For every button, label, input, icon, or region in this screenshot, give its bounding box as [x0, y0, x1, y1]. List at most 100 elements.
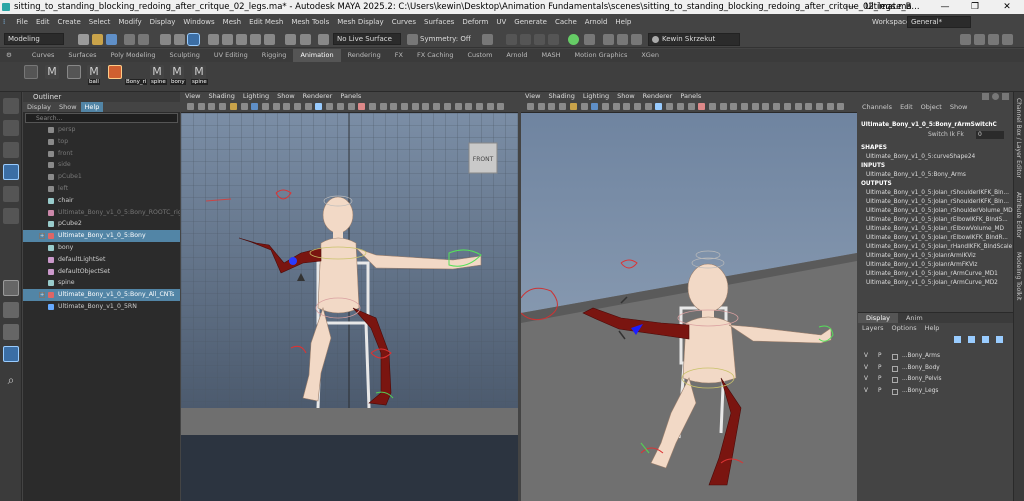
viewport-tool-icon[interactable] — [368, 103, 376, 110]
outliner-item[interactable]: defaultLightSet — [23, 254, 180, 266]
arnold-render-icon[interactable] — [568, 34, 579, 45]
menu-item[interactable]: File — [12, 14, 32, 30]
viewport-tool-icon[interactable] — [676, 103, 684, 110]
shelf-tab[interactable]: Rendering — [341, 49, 388, 62]
snap-point-icon[interactable] — [236, 34, 247, 45]
expand-icon[interactable]: + — [39, 233, 45, 240]
redo-icon[interactable] — [138, 34, 149, 45]
render-view-icon[interactable] — [482, 34, 493, 45]
outliner-menu-show[interactable]: Show — [55, 102, 81, 112]
viewport-tool-icon[interactable] — [208, 103, 216, 110]
move-tool-icon[interactable] — [3, 164, 19, 180]
layer-playback-toggle[interactable]: P — [878, 386, 882, 398]
channel-menu-edit[interactable]: Edit — [896, 103, 917, 111]
help-icon[interactable] — [992, 93, 999, 100]
viewport-tool-icon[interactable] — [390, 103, 398, 110]
output-node[interactable]: Ultimate_Bony_v1_0_5:Jolan_rShoulderIKFK… — [858, 189, 1013, 198]
search-icon[interactable]: ⌕ — [3, 372, 19, 388]
viewport-tool-icon[interactable] — [497, 103, 505, 110]
viewport-tool-icon[interactable] — [422, 103, 430, 110]
menu-item[interactable]: Create — [54, 14, 85, 30]
menu-item[interactable]: Edit — [32, 14, 54, 30]
viewport-tool-icon[interactable] — [815, 103, 823, 110]
shelf-button-label[interactable]: Bony_ri — [125, 79, 148, 85]
viewport-tool-icon[interactable] — [187, 103, 194, 110]
menu-item[interactable]: Arnold — [581, 14, 612, 30]
viewport-tool-icon[interactable] — [655, 103, 663, 110]
viewport-tool-icon[interactable] — [219, 103, 227, 110]
symmetry-icon[interactable] — [407, 34, 418, 45]
output-node[interactable]: Ultimate_Bony_v1_0_5:Jolan_rHandIKFK_Bln… — [858, 243, 1013, 252]
viewport-tool-icon[interactable] — [465, 103, 473, 110]
bony-script-icon[interactable]: M — [170, 65, 184, 79]
shelf-tab[interactable]: XGen — [634, 49, 666, 62]
new-layer-icon[interactable] — [982, 336, 989, 343]
shape-node[interactable]: Ultimate_Bony_v1_0_5:curveShape24 — [858, 153, 1013, 162]
layer-playback-toggle[interactable]: P — [878, 363, 882, 375]
viewport-menu-lighting[interactable]: Lighting — [239, 92, 273, 101]
layer-color-swatch[interactable] — [892, 388, 898, 395]
output-node[interactable]: Ultimate_Bony_v1_0_5:Jolan_rElbowVolume_… — [858, 225, 1013, 234]
viewport-tool-icon[interactable] — [261, 103, 269, 110]
output-node[interactable]: Ultimate_Bony_v1_0_5:Jolan_rShoulderIKFK… — [858, 198, 1013, 207]
light-editor-icon[interactable] — [584, 34, 595, 45]
outliner-item[interactable]: chair — [23, 195, 180, 207]
viewport-tool-icon[interactable] — [240, 103, 248, 110]
layer-playback-toggle[interactable]: P — [878, 374, 882, 386]
lasso-tool-icon[interactable] — [3, 120, 19, 136]
viewport-menu-shading[interactable]: Shading — [544, 92, 578, 101]
shelf-tab[interactable]: UV Editing — [207, 49, 255, 62]
snap-grid-icon[interactable] — [208, 34, 219, 45]
menu-item[interactable]: Deform — [458, 14, 492, 30]
outliner-search-input[interactable]: Search... — [25, 113, 178, 123]
menu-item[interactable]: UV — [492, 14, 510, 30]
rotate-tool-icon[interactable] — [3, 186, 19, 202]
outliner-item[interactable]: bony — [23, 242, 180, 254]
shelf-tab[interactable]: FX — [388, 49, 410, 62]
layer-color-swatch[interactable] — [892, 354, 898, 360]
snap-curve-icon[interactable] — [222, 34, 233, 45]
viewport-tool-icon[interactable] — [783, 103, 791, 110]
channel-menu-object[interactable]: Object — [917, 103, 946, 111]
arnold-sky-icon[interactable] — [617, 34, 628, 45]
shelf-button-label[interactable]: spine — [150, 79, 167, 85]
viewport-menu-show[interactable]: Show — [273, 92, 299, 101]
viewport-tool-icon[interactable] — [773, 103, 781, 110]
shelf-tab[interactable]: MASH — [534, 49, 567, 62]
selected-node-name[interactable]: Ultimate_Bony_v1_0_5:Bony_rArmSwitchC — [858, 121, 1013, 130]
menu-item[interactable]: Generate — [510, 14, 551, 30]
viewport-menu-renderer[interactable]: Renderer — [299, 92, 337, 101]
viewport-tool-icon[interactable] — [537, 103, 545, 110]
outliner-item[interactable]: pCube1 — [23, 171, 180, 183]
layer-visibility-toggle[interactable]: V — [864, 386, 868, 398]
layer-color-swatch[interactable] — [892, 365, 898, 372]
side-tab-modeling-toolkit[interactable]: Modeling Toolkit — [1015, 252, 1022, 300]
layer-visibility-toggle[interactable]: V — [864, 374, 868, 386]
workspace-dropdown[interactable]: General* — [907, 16, 971, 28]
output-node[interactable]: Ultimate_Bony_v1_0_5:Jolan_rElbowIKFK_Bl… — [858, 216, 1013, 225]
front-viewport-canvas[interactable]: FRONT — [181, 113, 518, 501]
minimize-button[interactable]: — — [930, 0, 960, 14]
viewport-tool-icon[interactable] — [826, 103, 834, 110]
shelf-button-label[interactable]: ball — [88, 79, 100, 85]
viewport-tool-icon[interactable] — [411, 103, 419, 110]
history-icon[interactable] — [285, 34, 296, 45]
open-scene-icon[interactable] — [92, 34, 103, 45]
viewport-tool-icon[interactable] — [229, 103, 237, 110]
menu-item[interactable]: Select — [85, 14, 115, 30]
viewport-tool-icon[interactable] — [197, 103, 205, 110]
viewport-tool-icon[interactable] — [601, 103, 609, 110]
shelf-button-label[interactable]: spine — [191, 79, 208, 85]
outliner-item[interactable]: spine — [23, 277, 180, 289]
ball-script-icon[interactable]: M — [87, 65, 101, 79]
toggle-attribute-editor-icon[interactable] — [974, 34, 985, 45]
viewport-menu-panels[interactable]: Panels — [336, 92, 365, 101]
viewport-menu-shading[interactable]: Shading — [204, 92, 238, 101]
render-frame-icon[interactable] — [506, 34, 517, 45]
output-node[interactable]: Ultimate_Bony_v1_0_5:Jolan_rShoulderVolu… — [858, 207, 1013, 216]
viewport-tool-icon[interactable] — [283, 103, 291, 110]
menu-item[interactable]: Cache — [551, 14, 581, 30]
side-tab-attribute-editor[interactable]: Attribute Editor — [1015, 192, 1022, 238]
outliner-item[interactable]: top — [23, 136, 180, 148]
construction-history-icon[interactable] — [318, 34, 329, 45]
